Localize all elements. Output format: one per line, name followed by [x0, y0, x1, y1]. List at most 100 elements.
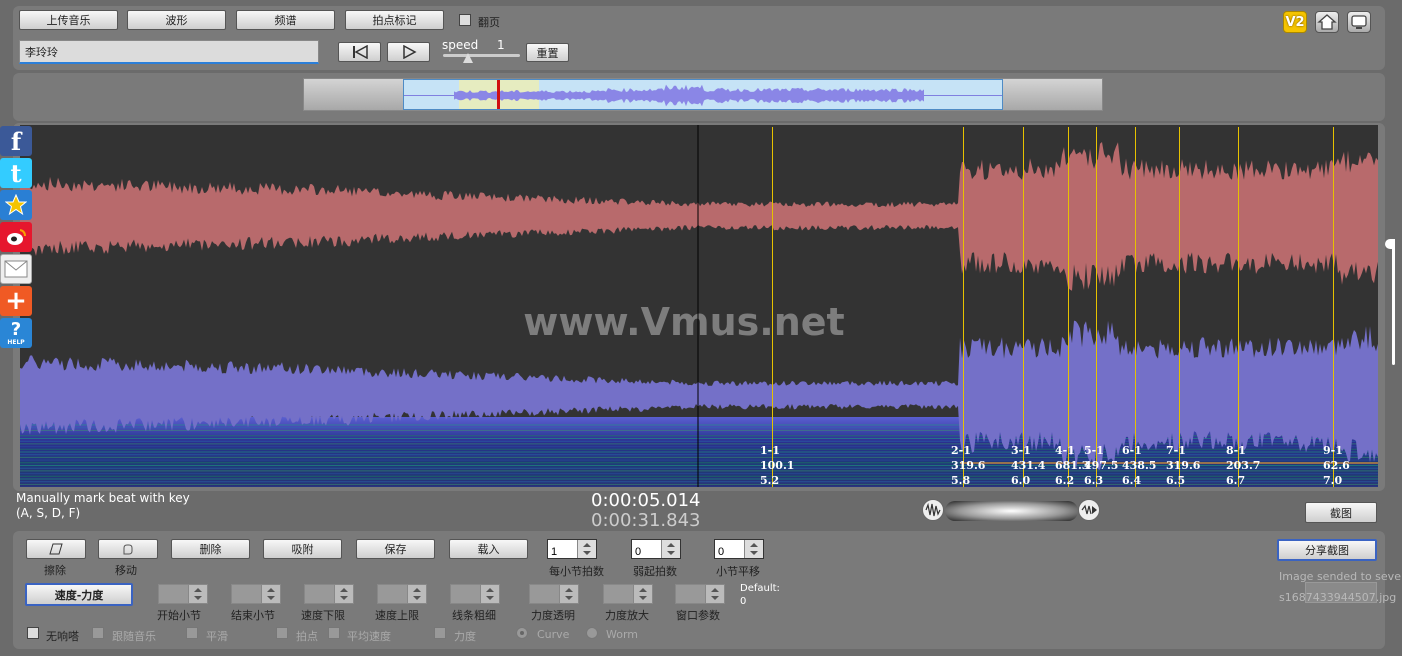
rewind-button[interactable]	[338, 42, 381, 62]
watermark: www.Vmus.net	[523, 300, 844, 344]
no-pop-checkbox[interactable]	[27, 627, 39, 639]
favorite-icon[interactable]	[0, 190, 32, 220]
window-param-stepper	[675, 584, 725, 604]
beat-marker-label: 9-1 62.6 7.0	[1323, 443, 1350, 488]
email-icon[interactable]	[0, 254, 32, 284]
volume-wave-icon[interactable]	[922, 499, 944, 521]
beat-marker-bar: 5-1	[1084, 444, 1104, 457]
volume-fast-icon[interactable]	[1078, 499, 1100, 521]
erase-label: 擦除	[44, 564, 66, 577]
home-icon	[1317, 14, 1337, 30]
beat-marker-line[interactable]	[963, 127, 964, 487]
add-icon[interactable]: +	[0, 286, 32, 316]
hint-line-1: Manually mark beat with key	[16, 491, 190, 505]
waveform-canvas[interactable]: www.Vmus.net	[20, 125, 1378, 487]
beat-marker-line[interactable]	[1096, 127, 1097, 487]
beat-marker-label: 6-1 438.5 6.4	[1122, 443, 1156, 488]
beat-marker-bar: 8-1	[1226, 444, 1246, 457]
skip-back-icon	[352, 45, 368, 59]
tempo-max-label: 速度上限	[375, 609, 419, 622]
end-bar-label: 结束小节	[231, 609, 275, 622]
upload-music-button[interactable]: 上传音乐	[19, 10, 118, 30]
end-bar-stepper	[231, 584, 281, 604]
beat-point-label: 拍点	[296, 630, 318, 643]
facebook-icon[interactable]: f	[0, 126, 32, 156]
start-bar-stepper	[158, 584, 208, 604]
beat-marker-tempo: 203.7	[1226, 459, 1261, 472]
share-screenshot-button[interactable]: 分享截图	[1277, 539, 1377, 561]
pickup-beats-stepper[interactable]	[631, 539, 681, 561]
waveform-button[interactable]: 波形	[127, 10, 226, 30]
follow-music-label: 跟随音乐	[112, 630, 156, 643]
beat-marker-label: 3-1 431.4 6.0	[1011, 443, 1045, 488]
weibo-icon[interactable]	[0, 222, 32, 252]
song-title-field[interactable]: 李玲玲	[19, 40, 319, 64]
bar-shift-spinner[interactable]	[744, 540, 763, 558]
vertical-scrollbar[interactable]	[1392, 240, 1395, 365]
file-id-text: s1687433944507.jpg	[1279, 591, 1397, 604]
beat-marker-line[interactable]	[1179, 127, 1180, 487]
smooth-checkbox	[186, 627, 198, 639]
beat-marker-tempo: 497.5	[1084, 459, 1119, 472]
beat-marker-time: 6.0	[1011, 474, 1031, 487]
move-button[interactable]	[98, 539, 158, 559]
beat-marker-label: 2-1 319.6 5.8	[951, 443, 985, 488]
screenshot-button[interactable]: 截图	[1305, 502, 1377, 523]
total-time: 0:00:31.843	[591, 510, 701, 531]
play-button[interactable]	[387, 42, 430, 62]
beat-marker-tempo: 319.6	[951, 459, 986, 472]
home-button[interactable]	[1315, 11, 1339, 33]
pickup-beats-spinner[interactable]	[661, 540, 680, 558]
beat-marker-bar: 9-1	[1323, 444, 1343, 457]
erase-button[interactable]	[26, 539, 86, 559]
beat-marker-line[interactable]	[1135, 127, 1136, 487]
save-button[interactable]: 保存	[356, 539, 435, 559]
beat-marker-label: 5-1 497.5 6.3	[1084, 443, 1118, 488]
delete-button[interactable]: 删除	[171, 539, 250, 559]
beat-marker-line[interactable]	[1023, 127, 1024, 487]
beat-marker-time: 6.4	[1122, 474, 1142, 487]
eraser-icon	[49, 543, 63, 555]
default-label: Default:	[740, 583, 780, 594]
force-scale-label: 力度放大	[605, 609, 649, 622]
reset-button[interactable]: 重置	[526, 43, 569, 62]
twitter-icon[interactable]: t	[0, 158, 32, 188]
bar-shift-label: 小节平移	[716, 565, 760, 578]
no-pop-label: 无响嗒	[46, 630, 79, 643]
beat-marker-bar: 3-1	[1011, 444, 1031, 457]
spectrum-button[interactable]: 频谱	[236, 10, 335, 30]
beats-per-bar-stepper[interactable]	[547, 539, 597, 561]
speed-label: speed	[442, 38, 479, 52]
tempo-max-stepper	[377, 584, 427, 604]
snap-button[interactable]: 吸附	[263, 539, 342, 559]
force-opacity-stepper	[529, 584, 579, 604]
beat-marker-line[interactable]	[1333, 127, 1334, 487]
beat-marker-line[interactable]	[1068, 127, 1069, 487]
beat-marker-bar: 7-1	[1166, 444, 1186, 457]
speed-slider-thumb[interactable]	[463, 53, 473, 63]
line-width-label: 线条粗细	[452, 609, 496, 622]
beat-mark-button[interactable]: 拍点标记	[345, 10, 444, 30]
beat-marker-line[interactable]	[1238, 127, 1239, 487]
curve-radio	[516, 627, 528, 639]
tempo-force-button[interactable]: 速度-力度	[25, 583, 133, 606]
beat-marker-time: 5.2	[760, 474, 780, 487]
speed-slider-track[interactable]	[443, 54, 520, 57]
tempo-min-label: 速度下限	[301, 609, 345, 622]
load-button[interactable]: 载入	[449, 539, 528, 559]
worm-radio	[586, 627, 598, 639]
scrollbar-handle[interactable]	[1385, 239, 1395, 249]
beat-marker-tempo: 62.6	[1323, 459, 1350, 472]
bar-shift-stepper[interactable]	[714, 539, 764, 561]
help-icon[interactable]: ? HELP	[0, 318, 32, 348]
overview-visible-window[interactable]	[403, 79, 1003, 110]
beat-marker-line[interactable]	[772, 127, 773, 487]
flip-page-checkbox[interactable]	[459, 14, 471, 26]
beats-per-bar-spinner[interactable]	[577, 540, 596, 558]
beat-marker-time: 6.3	[1084, 474, 1104, 487]
display-button[interactable]	[1347, 11, 1371, 33]
version-badge[interactable]: V2	[1283, 11, 1307, 33]
volume-slider[interactable]	[945, 501, 1078, 521]
hint-line-2: (A, S, D, F)	[16, 506, 81, 520]
beat-marker-tempo: 431.4	[1011, 459, 1046, 472]
